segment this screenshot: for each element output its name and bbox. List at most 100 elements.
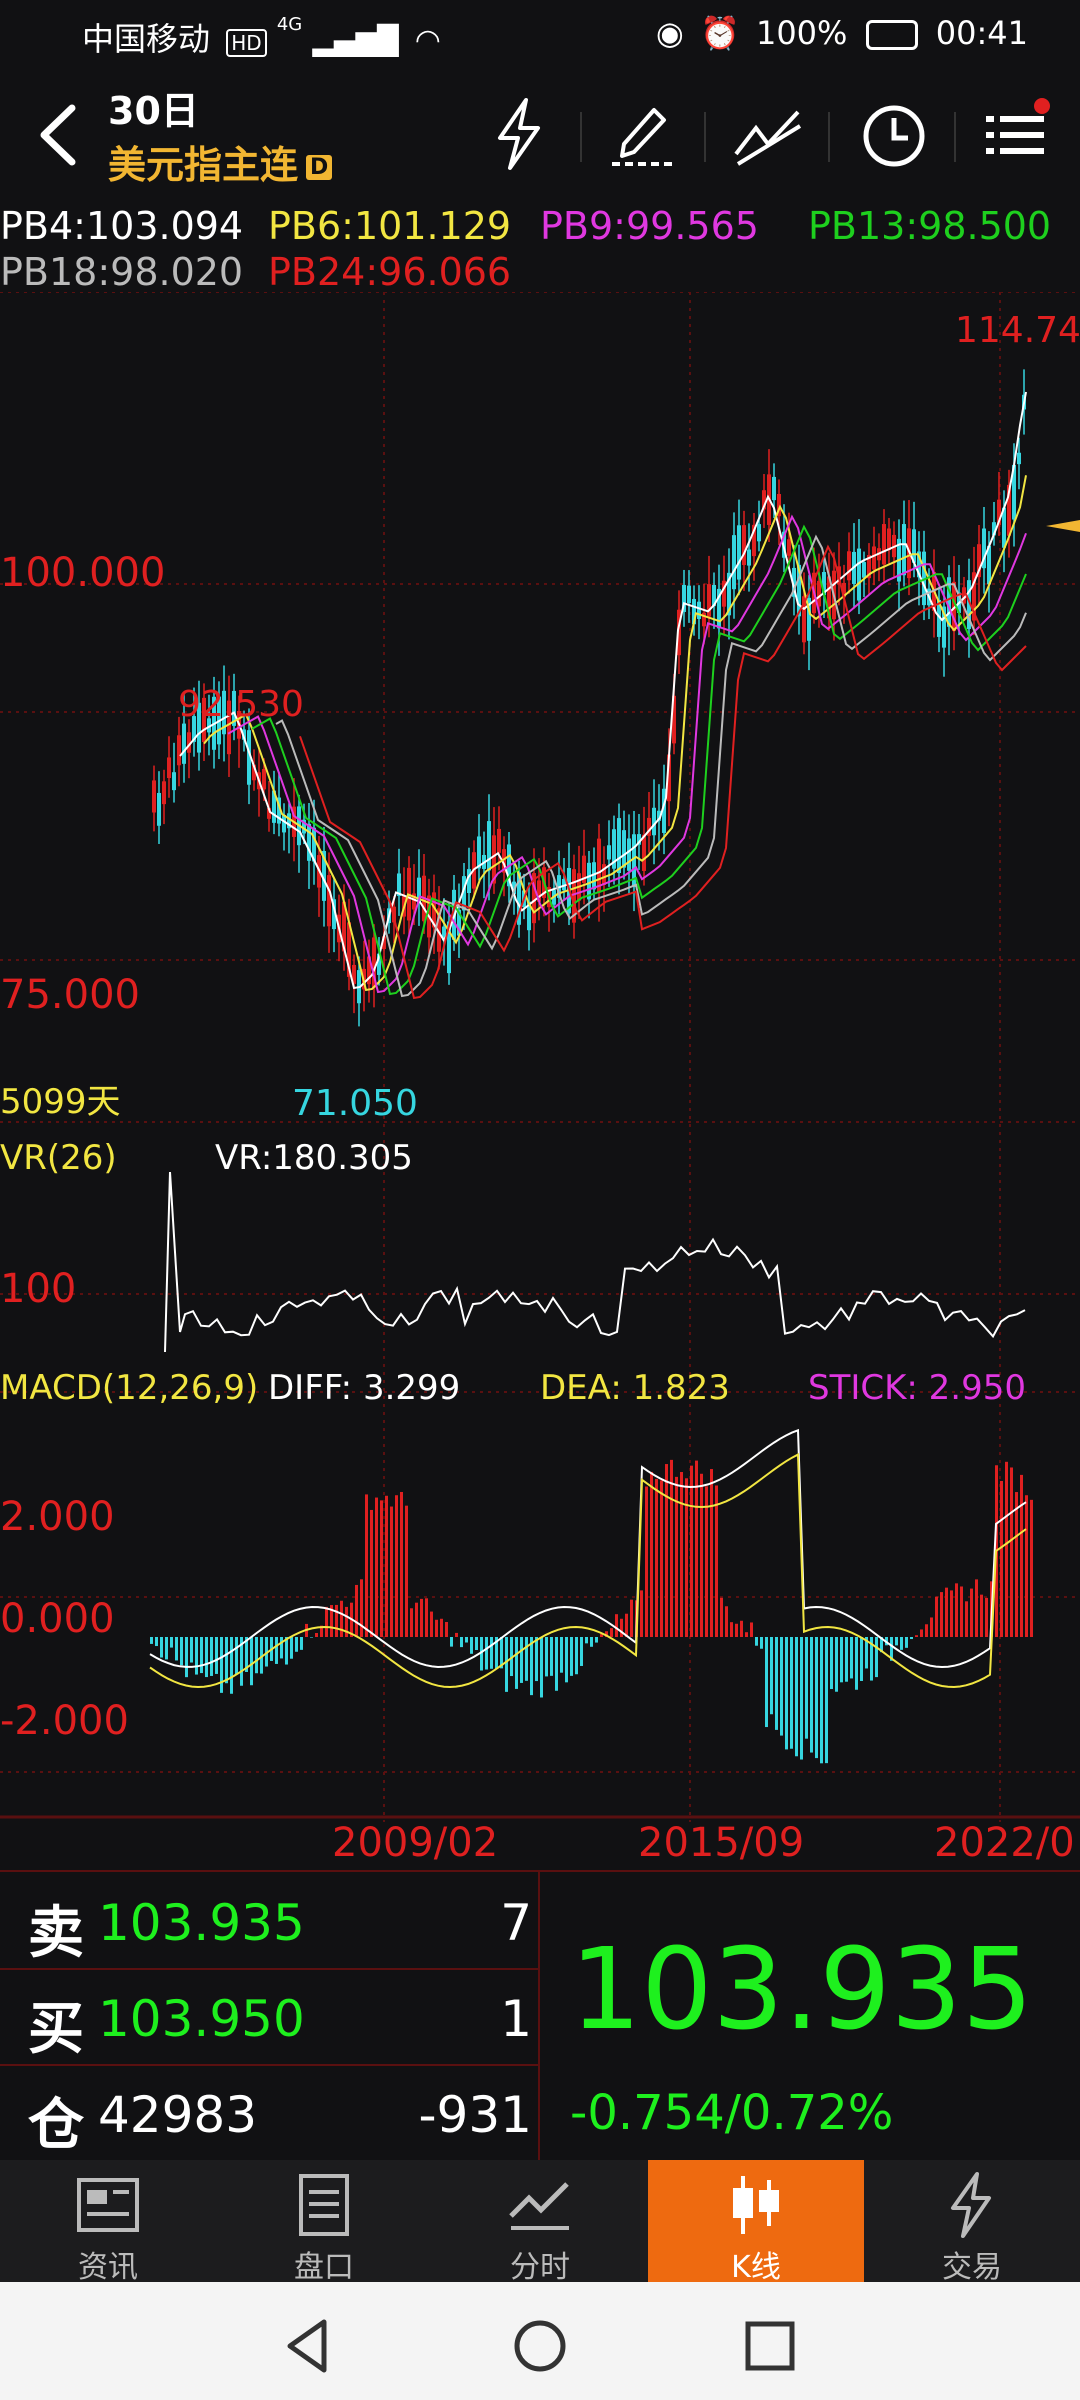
candle-body [847, 551, 851, 581]
macd-bar [855, 1637, 858, 1690]
tab-orderbook[interactable]: 盘口 [216, 2160, 432, 2285]
candle-body [732, 535, 736, 590]
macd-bar [970, 1588, 973, 1637]
macd-bar [640, 1590, 643, 1637]
candlestick-icon [733, 2176, 779, 2234]
macd-bar [580, 1637, 583, 1666]
candle-body [787, 539, 791, 556]
macd-bar [705, 1486, 708, 1637]
ma-pb24: PB24:96.066 [268, 250, 512, 294]
macd-bar [985, 1597, 988, 1637]
kline-chart[interactable] [0, 292, 1080, 1822]
tab-label: 资讯 [78, 2250, 138, 2285]
sell-row[interactable]: 卖 103.935 7 [0, 1872, 540, 1970]
macd-bar [1010, 1467, 1013, 1637]
macd-bar [1005, 1461, 1008, 1637]
candle-body [307, 823, 311, 861]
macd-bar [225, 1637, 228, 1684]
candle-body [902, 524, 906, 576]
candle-body [327, 875, 331, 927]
macd-bar [440, 1618, 443, 1637]
macd-bar [355, 1584, 358, 1637]
macd-bar [420, 1598, 423, 1637]
nav-home-icon[interactable] [510, 2316, 570, 2376]
tab-intraday[interactable]: 分时 [432, 2160, 648, 2285]
macd-bar [300, 1637, 303, 1650]
nav-back-icon[interactable] [280, 2316, 340, 2376]
macd-bar [925, 1624, 928, 1637]
peak-label: 92.530 [178, 684, 304, 725]
macd-bar [700, 1473, 703, 1637]
clock-icon[interactable] [854, 94, 934, 174]
macd-bar [465, 1637, 468, 1643]
macd-diff: DIFF: 3.299 [268, 1368, 461, 1408]
nav-recents-icon[interactable] [740, 2316, 800, 2376]
low-label: 71.050 [292, 1083, 418, 1124]
status-right: ◉ ⏰ 100% 00:41 [656, 14, 1028, 52]
macd-bar [310, 1637, 313, 1638]
macd-bar [595, 1637, 598, 1643]
header-separator [704, 112, 706, 162]
macd-bar [560, 1637, 563, 1673]
macd-dea: DEA: 1.823 [540, 1368, 730, 1408]
candle-body [282, 815, 286, 833]
macd-bar [645, 1486, 648, 1637]
lightning-icon [951, 2172, 991, 2238]
macd-bar [220, 1637, 223, 1693]
macd-bar [740, 1620, 743, 1637]
menu-icon[interactable] [978, 94, 1058, 174]
macd-bar [170, 1637, 173, 1648]
instrument-name[interactable]: 美元指主连 D [108, 134, 333, 189]
macd-bar [845, 1637, 848, 1682]
candle-body [772, 476, 776, 501]
macd-bar [535, 1637, 538, 1682]
macd-bar [475, 1637, 478, 1651]
macd-bar [395, 1495, 398, 1637]
draw-pen-icon[interactable] [604, 94, 684, 174]
macd-bar [905, 1637, 908, 1648]
macd-bar [830, 1637, 833, 1690]
vr-path [164, 1171, 1026, 1353]
macd-bar [375, 1497, 378, 1637]
sell-qty: 7 [500, 1894, 532, 1952]
macd-bar [665, 1464, 668, 1637]
open-interest-row: 仓 42983 -931 [0, 2064, 540, 2160]
lightning-icon[interactable] [480, 94, 560, 174]
ma-pb18: PB18:98.020 [0, 250, 244, 294]
macd-bar [755, 1637, 758, 1646]
macd-bar [565, 1637, 568, 1683]
macd-bar [425, 1598, 428, 1637]
macd-bar [960, 1586, 963, 1637]
macd-bar [745, 1632, 748, 1637]
buy-row[interactable]: 买 103.950 1 [0, 1968, 540, 2066]
candle-body [747, 549, 751, 566]
macd-bar [215, 1637, 218, 1674]
candle-body [497, 828, 501, 853]
macd-bar [910, 1637, 913, 1640]
hd-badge: HD [226, 29, 267, 57]
candle-body [622, 830, 626, 868]
macd-bar [275, 1637, 278, 1664]
tab-trade[interactable]: 交易 [864, 2160, 1080, 2285]
back-arrow-icon[interactable] [30, 100, 90, 170]
candle-body [642, 834, 646, 871]
ma-line [179, 391, 1027, 990]
macd-bar [470, 1637, 473, 1654]
battery-icon [865, 20, 918, 50]
candle-body [862, 562, 866, 578]
macd-bar [365, 1494, 368, 1637]
macd-bar [825, 1637, 828, 1764]
macd-bar [490, 1637, 493, 1669]
tab-label: K线 [731, 2250, 781, 2285]
tab-label: 盘口 [294, 2250, 354, 2285]
macd-bar [900, 1637, 903, 1650]
signal-icon: ▂▄▆█ [312, 24, 399, 57]
candle-body [882, 524, 886, 565]
axis-label-100: 100.000 [0, 550, 166, 596]
macd-bar [570, 1637, 573, 1676]
trend-icon[interactable] [728, 94, 808, 174]
macd-bar [980, 1594, 983, 1637]
tab-kline[interactable]: K线 [648, 2160, 864, 2285]
tab-news[interactable]: 资讯 [0, 2160, 216, 2285]
macd-bar [590, 1637, 593, 1647]
